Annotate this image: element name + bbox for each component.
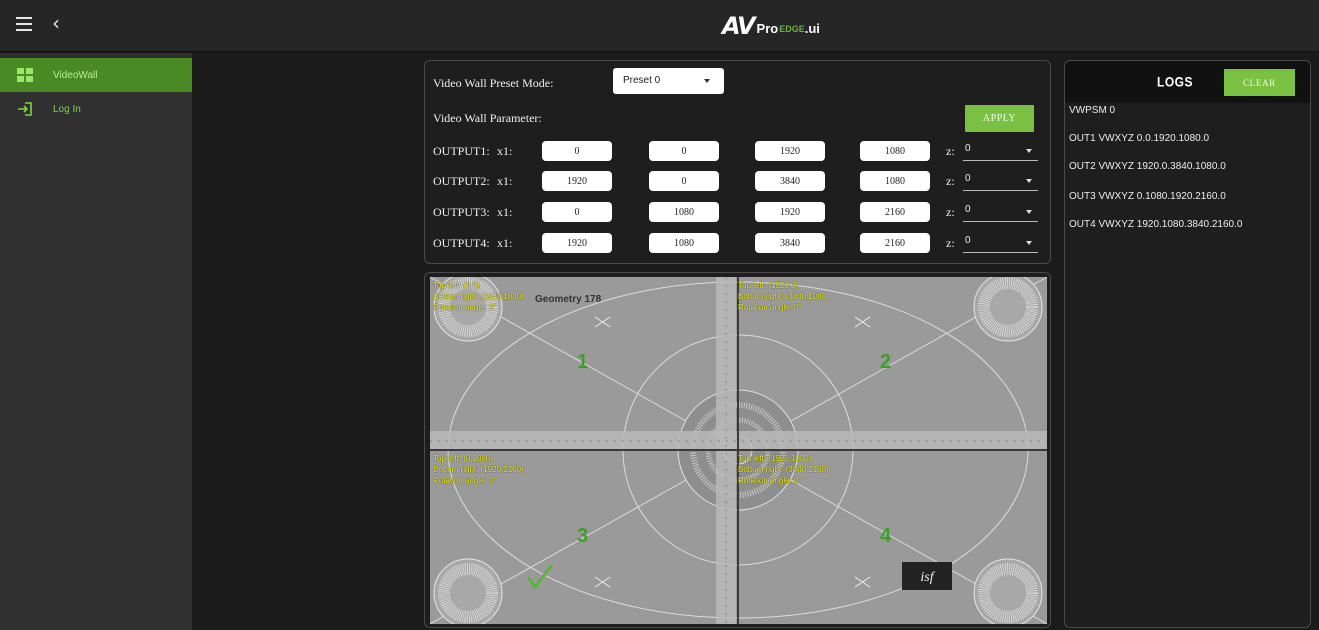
log-line: OUT1 VWXYZ 0.0.1920.1080.0 bbox=[1069, 133, 1210, 144]
x1-label: x1: bbox=[497, 174, 513, 188]
quadrant-rotation: Rotation angle: 0° bbox=[433, 303, 497, 312]
sidebar-item-videowall[interactable]: VideoWall bbox=[0, 58, 192, 92]
output2-x2-input[interactable]: 3840 bbox=[755, 171, 825, 191]
output-label: OUTPUT4: bbox=[433, 236, 490, 250]
quadrant-rotation: Rotation angle: 0° bbox=[738, 476, 802, 485]
logs-header: LOGS CLEAR bbox=[1065, 61, 1310, 103]
videowall-icon bbox=[17, 68, 33, 82]
output-label: OUTPUT2: bbox=[433, 174, 490, 188]
apply-button[interactable]: APPLY bbox=[965, 105, 1034, 132]
quadrant-bottom-right: Bottom right: (3840,2160) bbox=[738, 465, 829, 474]
z-label: z: bbox=[946, 144, 955, 158]
output1-x2-input[interactable]: 1920 bbox=[755, 141, 825, 161]
preset-mode-label: Video Wall Preset Mode: bbox=[433, 76, 554, 90]
sidebar: VideoWall Log In bbox=[0, 53, 192, 630]
quadrant-2-number: 2 bbox=[880, 351, 892, 373]
z-label: z: bbox=[946, 236, 955, 250]
log-line: OUT2 VWXYZ 1920.0.3840.1080.0 bbox=[1069, 161, 1226, 172]
x1-label: x1: bbox=[497, 205, 513, 219]
sidebar-item-label: Log In bbox=[53, 103, 81, 115]
output4-z-select[interactable]: 0 bbox=[963, 235, 1038, 253]
quadrant-2-info: Top left: (1920,0) Bottom right: (3840,1… bbox=[738, 280, 829, 313]
output3-x2-input[interactable]: 1920 bbox=[755, 202, 825, 222]
quadrant-top-left: Top left: (1920,1080) bbox=[738, 454, 812, 463]
sidebar-item-login[interactable]: Log In bbox=[0, 92, 192, 126]
z-label: z: bbox=[946, 174, 955, 188]
quadrant-3-number: 3 bbox=[577, 525, 589, 547]
quadrant-rotation: Rotation angle: 0° bbox=[433, 476, 497, 485]
sidebar-item-label: VideoWall bbox=[53, 69, 98, 81]
chevron-left-icon[interactable]: ‹ bbox=[52, 13, 60, 33]
quadrant-1-info: Top left: (0,0) Bottom right: (1920,1080… bbox=[433, 280, 524, 313]
quadrant-top-left: Top left: (0,0) bbox=[433, 281, 480, 290]
output-label: OUTPUT3: bbox=[433, 205, 490, 219]
parameter-label: Video Wall Parameter: bbox=[433, 111, 542, 125]
test-pattern-image: isf bbox=[430, 277, 1047, 624]
output1-y2-input[interactable]: 1080 bbox=[860, 141, 930, 161]
quadrant-4-number: 4 bbox=[880, 525, 892, 547]
caret-down-icon bbox=[1026, 241, 1032, 245]
pattern-title: Geometry 178 bbox=[535, 294, 602, 305]
logs-title: LOGS bbox=[1157, 73, 1194, 91]
logs-panel: LOGS CLEAR VWPSM 0 OUT1 VWXYZ 0.0.1920.1… bbox=[1064, 60, 1311, 628]
output2-z-select[interactable]: 0 bbox=[963, 173, 1038, 191]
app-logo: AV Pro EDGE .ui bbox=[722, 11, 820, 41]
caret-down-icon bbox=[704, 79, 710, 83]
output1-x1-input[interactable]: 0 bbox=[542, 141, 612, 161]
preset-mode-select[interactable]: Preset 0 bbox=[613, 68, 724, 94]
output3-y1-input[interactable]: 1080 bbox=[649, 202, 719, 222]
quadrant-1-number: 1 bbox=[577, 351, 589, 373]
caret-down-icon bbox=[1026, 210, 1032, 214]
quadrant-4-info: Top left: (1920,1080) Bottom right: (384… bbox=[738, 453, 829, 486]
quadrant-top-left: Top left: (0,1080) bbox=[433, 454, 494, 463]
svg-text:isf: isf bbox=[920, 570, 935, 585]
hamburger-menu-icon[interactable] bbox=[16, 17, 32, 31]
z-value: 0 bbox=[965, 173, 971, 184]
z-value: 0 bbox=[965, 235, 971, 246]
output4-y1-input[interactable]: 1080 bbox=[649, 233, 719, 253]
output4-y2-input[interactable]: 2160 bbox=[860, 233, 930, 253]
output3-z-select[interactable]: 0 bbox=[963, 204, 1038, 222]
clear-logs-button[interactable]: CLEAR bbox=[1224, 69, 1295, 96]
output1-y1-input[interactable]: 0 bbox=[649, 141, 719, 161]
quadrant-3-info: Top left: (0,1080) Bottom right: (1920,2… bbox=[433, 453, 524, 486]
output3-x1-input[interactable]: 0 bbox=[542, 202, 612, 222]
logo-pro: Pro bbox=[756, 20, 779, 36]
z-value: 0 bbox=[965, 204, 971, 215]
output2-y2-input[interactable]: 1080 bbox=[860, 171, 930, 191]
videowall-preview: isf Geometry 178 Top left: (0,0) Bottom … bbox=[424, 272, 1051, 628]
login-icon bbox=[18, 102, 32, 116]
log-line: OUT4 VWXYZ 1920.1080.3840.2160.0 bbox=[1069, 219, 1243, 230]
log-line: OUT3 VWXYZ 0.1080.1920.2160.0 bbox=[1069, 191, 1226, 202]
logo-av: AV bbox=[722, 12, 756, 40]
output3-y2-input[interactable]: 2160 bbox=[860, 202, 930, 222]
output4-x2-input[interactable]: 3840 bbox=[755, 233, 825, 253]
output2-y1-input[interactable]: 0 bbox=[649, 171, 719, 191]
quadrant-bottom-right: Bottom right: (1920,2160) bbox=[433, 465, 524, 474]
z-value: 0 bbox=[965, 143, 971, 154]
logo-edge: EDGE bbox=[779, 23, 805, 34]
top-bar: ‹ AV Pro EDGE .ui bbox=[0, 0, 1319, 52]
x1-label: x1: bbox=[497, 144, 513, 158]
videowall-parameter-panel: Video Wall Preset Mode: Preset 0 Video W… bbox=[424, 60, 1051, 264]
quadrant-bottom-right: Bottom right: (1920,1080) bbox=[433, 292, 524, 301]
log-line: VWPSM 0 bbox=[1069, 105, 1116, 116]
x1-label: x1: bbox=[497, 236, 513, 250]
output4-x1-input[interactable]: 1920 bbox=[542, 233, 612, 253]
logo-ui: .ui bbox=[804, 20, 820, 36]
preset-mode-value: Preset 0 bbox=[623, 75, 661, 86]
caret-down-icon bbox=[1026, 149, 1032, 153]
quadrant-rotation: Rotation angle: 0° bbox=[738, 303, 802, 312]
output2-x1-input[interactable]: 1920 bbox=[542, 171, 612, 191]
output-label: OUTPUT1: bbox=[433, 144, 490, 158]
quadrant-top-left: Top left: (1920,0) bbox=[738, 281, 799, 290]
z-label: z: bbox=[946, 205, 955, 219]
quadrant-bottom-right: Bottom right: (3840,1080) bbox=[738, 292, 829, 301]
output1-z-select[interactable]: 0 bbox=[963, 143, 1038, 161]
caret-down-icon bbox=[1026, 179, 1032, 183]
